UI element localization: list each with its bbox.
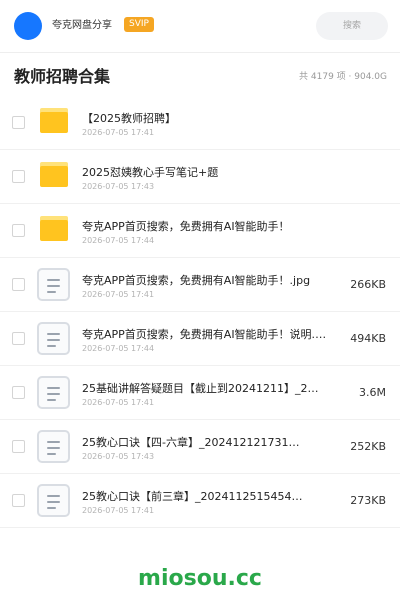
item-count-stats: 共 4179 项 · 904.0G <box>299 72 387 82</box>
item-name: 25教心口诀【前三章】_2024112515454… <box>82 490 303 503</box>
item-date: 2026-07-05 17:44 <box>82 236 155 245</box>
top-bar: 夸克网盘分享 SVIP 搜索 <box>0 0 400 52</box>
item-name: 【2025教师招聘】 <box>82 112 176 125</box>
list-item[interactable]: 夸克APP首页搜索，免费拥有AI智能助手！.jpg 2026-07-05 17:… <box>0 258 400 312</box>
list-item[interactable]: 25教心口诀【前三章】_2024112515454… 2026-07-05 17… <box>0 474 400 528</box>
item-name: 2025怼姨教心手写笔记+题 <box>82 166 219 179</box>
item-name: 25教心口诀【四-六章】_202412121731… <box>82 436 300 449</box>
item-date: 2026-07-05 17:44 <box>82 344 155 353</box>
watermark-text: miosou.cc <box>138 566 262 591</box>
item-date: 2026-07-05 17:41 <box>82 398 155 407</box>
list-item[interactable]: 【2025教师招聘】 2026-07-05 17:41 <box>0 96 400 150</box>
item-date: 2026-07-05 17:43 <box>82 182 155 191</box>
list-item[interactable]: 25教心口诀【四-六章】_202412121731… 2026-07-05 17… <box>0 420 400 474</box>
select-checkbox[interactable] <box>12 494 25 507</box>
select-checkbox[interactable] <box>12 170 25 183</box>
select-checkbox[interactable] <box>12 278 25 291</box>
list-item[interactable]: 2025怼姨教心手写笔记+题 2026-07-05 17:43 <box>0 150 400 204</box>
item-date: 2026-07-05 17:41 <box>82 290 155 299</box>
document-icon <box>37 484 70 517</box>
item-size: 494KB <box>350 332 386 345</box>
folder-icon <box>40 216 68 241</box>
folder-header: 教师招聘合集 共 4179 项 · 904.0G <box>0 62 400 92</box>
folder-icon <box>40 162 68 187</box>
item-name: 夸克APP首页搜索，免费拥有AI智能助手！ <box>82 220 290 233</box>
page-title: 教师招聘合集 <box>14 67 111 86</box>
item-name: 25基础讲解答疑题目【截止到20241211】_2… <box>82 382 319 395</box>
list-item[interactable]: 夸克APP首页搜索，免费拥有AI智能助手！ 2026-07-05 17:44 <box>0 204 400 258</box>
item-name: 夸克APP首页搜索，免费拥有AI智能助手！.jpg <box>82 274 311 287</box>
item-date: 2026-07-05 17:41 <box>82 128 155 137</box>
item-size: 273KB <box>350 494 386 507</box>
item-size: 252KB <box>350 440 386 453</box>
document-icon <box>37 430 70 463</box>
avatar[interactable] <box>14 12 42 40</box>
document-icon <box>37 376 70 409</box>
item-size: 266KB <box>350 278 386 291</box>
item-date: 2026-07-05 17:41 <box>82 506 155 515</box>
svip-badge: SVIP <box>124 17 154 32</box>
file-list: 【2025教师招聘】 2026-07-05 17:41 2025怼姨教心手写笔记… <box>0 96 400 528</box>
share-owner-name: 夸克网盘分享 <box>52 20 112 31</box>
list-item[interactable]: 夸克APP首页搜索，免费拥有AI智能助手！说明.p… 2026-07-05 17… <box>0 312 400 366</box>
document-icon <box>37 322 70 355</box>
select-checkbox[interactable] <box>12 116 25 129</box>
folder-icon <box>40 108 68 133</box>
search-placeholder: 搜索 <box>342 21 361 31</box>
select-checkbox[interactable] <box>12 332 25 345</box>
select-checkbox[interactable] <box>12 386 25 399</box>
item-date: 2026-07-05 17:43 <box>82 452 155 461</box>
document-icon <box>37 268 70 301</box>
search-button[interactable]: 搜索 <box>316 12 388 40</box>
top-divider <box>0 52 400 53</box>
item-size: 3.6M <box>359 386 386 399</box>
item-name: 夸克APP首页搜索，免费拥有AI智能助手！说明.p… <box>82 328 332 341</box>
select-checkbox[interactable] <box>12 440 25 453</box>
select-checkbox[interactable] <box>12 224 25 237</box>
list-item[interactable]: 25基础讲解答疑题目【截止到20241211】_2… 2026-07-05 17… <box>0 366 400 420</box>
